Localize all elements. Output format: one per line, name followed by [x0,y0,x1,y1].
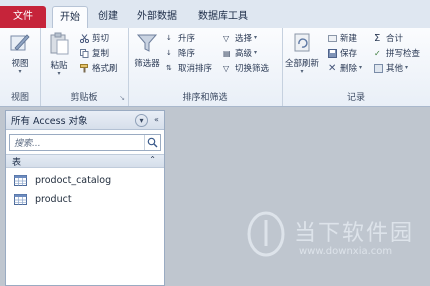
format-painter-icon [80,63,89,73]
search-input[interactable]: 搜索... [9,134,161,151]
watermark: 当下软件园 www.downxia.com [244,206,429,266]
filter-button[interactable]: 筛选器 [132,32,162,69]
new-record-icon [328,34,337,43]
toggle-filter-button[interactable]: ▽ 切换筛选 [223,61,269,75]
collapse-section-icon[interactable]: ⌃ [149,155,156,164]
watermark-url: www.downxia.com [299,246,393,257]
ribbon: 视图 ▾ 视图 粘贴 ▾ 剪切 复制 格式刷 剪贴板 ↘ 筛选器 ↓ 升序 ↓ … [0,28,430,107]
paste-icon [50,32,69,55]
dropdown-arrow-icon: ▾ [57,70,61,77]
search-icon[interactable] [144,135,160,150]
group-records: 全部刷新 ▾ 新建 保存 ✕ 删除 ▾ Σ 合计 ✓ 拼写检查 其他 ▾ 记录 [282,28,430,106]
selection-icon: ▽ [223,33,230,43]
refresh-all-button[interactable]: 全部刷新 ▾ [284,32,320,75]
collapse-pane-icon[interactable]: « [151,114,162,125]
more-button[interactable]: 其他 ▾ [374,61,408,75]
nav-menu-chevron-icon[interactable]: ▾ [135,114,148,127]
watermark-brand: 当下软件园 [294,221,415,246]
save-record-button[interactable]: 保存 [328,46,357,60]
selection-button[interactable]: ▽ 选择 ▾ [223,31,257,45]
save-icon [328,48,337,58]
design-view-icon [10,34,30,51]
tab-file[interactable]: 文件 [0,6,46,28]
table-icon [14,175,27,186]
group-label-clipboard: 剪贴板 [70,93,98,103]
group-views: 视图 ▾ 视图 [0,28,41,106]
group-sort-filter: 筛选器 ↓ 升序 ↓ 降序 ⇅ 取消排序 ▽ 选择 ▾ ▤ 高级 ▾ ▽ 切换筛选 排序和筛选 [128,28,283,106]
format-painter-button[interactable]: 格式刷 [80,61,118,75]
sort-descending-icon: ↓ [166,48,172,57]
group-label-sort-filter: 排序和筛选 [182,93,228,103]
tab-external-data[interactable]: 外部数据 [132,6,182,28]
paste-button[interactable]: 粘贴 ▾ [46,32,72,77]
sigma-icon: Σ [374,32,381,44]
spelling-check-icon: ✓ [374,48,381,58]
delete-x-icon: ✕ [328,62,337,74]
ribbon-tab-bar: 文件 开始 创建 外部数据 数据库工具 [0,0,430,30]
advanced-filter-icon: ▤ [223,48,231,58]
scissors-icon [79,33,90,43]
nav-pane-title: 所有 Access 对象 [11,116,88,127]
sort-ascending-icon: ↓ [166,33,172,42]
tables-section-header[interactable]: 表 ⌃ [6,154,164,168]
group-clipboard: 粘贴 ▾ 剪切 复制 格式刷 剪贴板 ↘ [40,28,129,106]
watermark-logo-icon [247,211,285,257]
table-item-product[interactable]: product [6,190,164,209]
copy-button[interactable]: 复制 [80,46,109,60]
totals-button[interactable]: Σ 合计 [374,31,403,45]
view-button[interactable]: 视图 ▾ [5,32,35,75]
sort-ascending-button[interactable]: ↓ 升序 [166,31,195,45]
remove-sort-icon: ⇅ [166,63,172,72]
delete-record-button[interactable]: ✕ 删除 ▾ [328,61,362,75]
funnel-icon [136,34,158,52]
table-item-prodoct-catalog[interactable]: prodoct_catalog [6,171,164,190]
tab-home[interactable]: 开始 [52,6,88,30]
refresh-icon [294,33,310,52]
table-icon [14,194,27,205]
new-record-button[interactable]: 新建 [328,31,357,45]
spelling-button[interactable]: ✓ 拼写检查 [374,46,420,60]
nav-pane-header[interactable]: 所有 Access 对象 ▾ « [6,111,164,130]
dropdown-arrow-icon: ▾ [300,68,304,75]
cut-button[interactable]: 剪切 [79,31,109,45]
navigation-pane: 所有 Access 对象 ▾ « 搜索... 表 ⌃ prodoct_catal… [5,110,165,286]
remove-sort-button[interactable]: ⇅ 取消排序 [166,61,212,75]
dialog-launcher-icon[interactable]: ↘ [119,94,125,102]
sort-descending-button[interactable]: ↓ 降序 [166,46,195,60]
advanced-button[interactable]: ▤ 高级 ▾ [223,46,257,60]
dropdown-arrow-icon: ▾ [18,68,22,75]
group-label-views: 视图 [10,93,29,103]
group-label-records: 记录 [346,93,365,103]
toggle-filter-icon: ▽ [223,63,230,73]
more-icon [374,63,383,73]
tab-create[interactable]: 创建 [94,6,122,28]
tab-database-tools[interactable]: 数据库工具 [194,6,252,28]
copy-icon [80,48,89,58]
